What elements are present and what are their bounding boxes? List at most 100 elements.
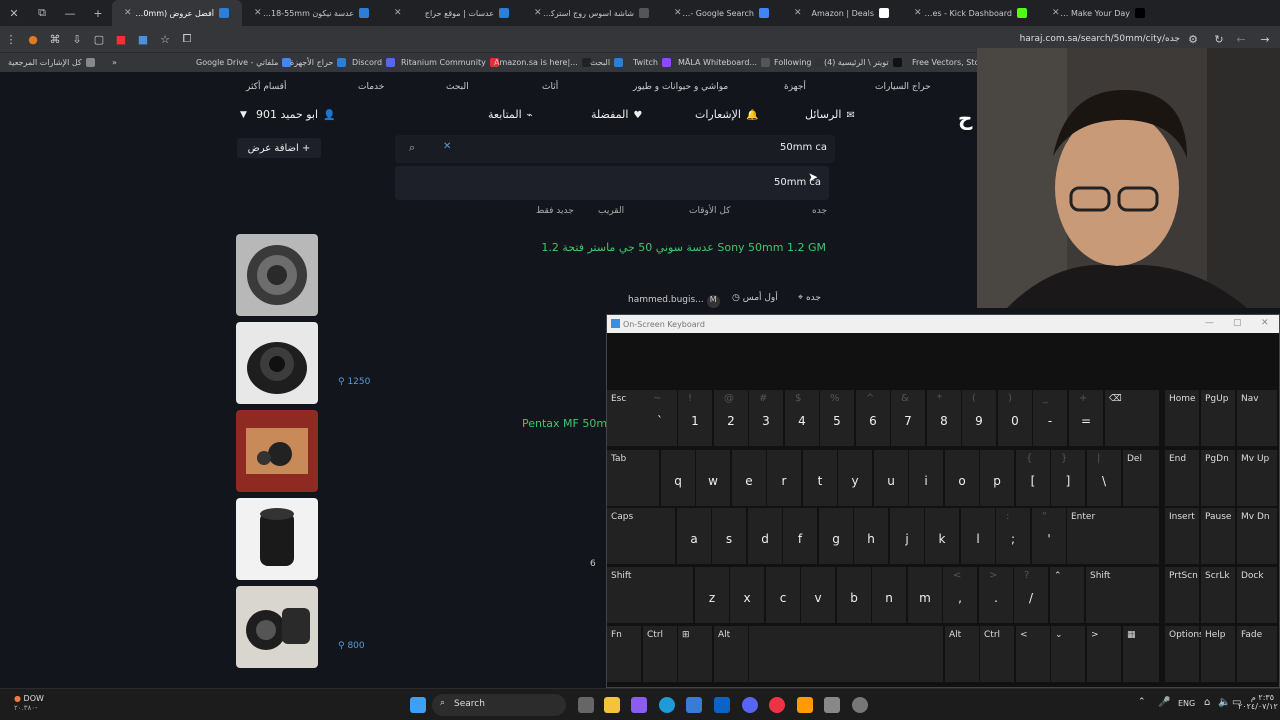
key-0-9[interactable]: * 8 (927, 390, 961, 446)
key-3-11[interactable]: ⌃ (1050, 567, 1084, 623)
key-1-8[interactable]: i (909, 450, 943, 506)
key-1-10[interactable]: p (980, 450, 1014, 506)
key-1-2[interactable]: w (696, 450, 730, 506)
tab-close-icon[interactable]: ✕ (794, 8, 802, 18)
key-0-3[interactable]: @2 (714, 390, 748, 446)
key-1-13[interactable]: | \ (1087, 450, 1121, 506)
network-icon[interactable]: ⌂ (1204, 697, 1210, 708)
key-0-5[interactable]: $4 (785, 390, 819, 446)
forward-icon[interactable]: → (1254, 28, 1276, 50)
extension-red-icon[interactable]: ■ (110, 28, 132, 50)
key-1-6[interactable]: y (838, 450, 872, 506)
key-2-8[interactable]: k (925, 508, 959, 564)
search-suggestion[interactable]: 50mm ca (395, 166, 829, 200)
key-4-10[interactable]: ▦ (1123, 626, 1159, 682)
app-icon[interactable] (824, 697, 840, 713)
profile-icon[interactable]: ● (22, 28, 44, 50)
key-4-1[interactable]: Ctrl (643, 626, 677, 682)
key-4-5[interactable]: Alt (945, 626, 979, 682)
key-4-0[interactable]: Fn (607, 626, 641, 682)
tab-5[interactable]: ✕oled - Google Search (662, 0, 782, 26)
tab-close-icon[interactable]: ✕ (534, 8, 542, 18)
back-icon[interactable]: ← (1230, 28, 1252, 50)
key-0-7[interactable]: ^ 6 (856, 390, 890, 446)
close-window-icon[interactable]: ✕ (0, 0, 28, 26)
key-3-5[interactable]: b (837, 567, 871, 623)
edge-icon[interactable] (659, 697, 675, 713)
key-1-0[interactable]: Tab (607, 450, 659, 506)
key-4-11[interactable]: Options (1165, 626, 1204, 682)
category-link-2[interactable]: أجهزة (784, 82, 806, 92)
key-2-6[interactable]: h (854, 508, 888, 564)
extension-blue-icon[interactable]: ■ (132, 28, 154, 50)
restore-icon[interactable]: ⧉ (28, 0, 56, 26)
tab-3[interactable]: ✕ عدسات | موقع حراج (382, 0, 522, 26)
key-4-12[interactable]: Help (1201, 626, 1235, 682)
download-icon[interactable]: ⇩ (66, 28, 88, 50)
bookmark-1[interactable]: كل الإشارات المرجعية (8, 58, 95, 67)
key-3-0[interactable]: Shift (607, 567, 693, 623)
address-bar[interactable]: haraj.com.sa/search/50mm/city/جده (980, 29, 1180, 49)
tab-close-icon[interactable]: ✕ (254, 8, 262, 18)
key-0-17[interactable]: Nav (1237, 390, 1277, 446)
tab-close-icon[interactable]: ✕ (914, 8, 922, 18)
key-3-9[interactable]: >. (979, 567, 1013, 623)
key-1-5[interactable]: t (803, 450, 837, 506)
search-icon[interactable]: ⌕ (409, 141, 415, 155)
listing-thumb-4[interactable] (236, 498, 318, 580)
reload-icon[interactable]: ↻ (1208, 28, 1230, 50)
key-3-6[interactable]: n (872, 567, 906, 623)
key-1-16[interactable]: PgDn (1201, 450, 1235, 506)
key-2-11[interactable]: " ' (1032, 508, 1066, 564)
weather-widget[interactable]: ● DOW ٢٠.٣٨٠- (14, 694, 44, 712)
key-4-13[interactable]: Fade (1237, 626, 1277, 682)
key-3-4[interactable]: v (801, 567, 835, 623)
filter-4[interactable]: جديد فقط (536, 206, 574, 216)
key-4-7[interactable]: < (1016, 626, 1050, 682)
listing-title-1[interactable]: عدسة سوني 50 جي ماستر فتحة 1.2 Sony 50mm… (541, 241, 826, 254)
key-2-14[interactable]: Pause (1201, 508, 1235, 564)
key-3-14[interactable]: ScrLk (1201, 567, 1235, 623)
key-1-3[interactable]: e (732, 450, 766, 506)
chrome-icon[interactable] (769, 697, 785, 713)
extension-icon[interactable]: ⌘ (44, 28, 66, 50)
key-4-4[interactable] (749, 626, 943, 682)
key-1-14[interactable]: Del (1123, 450, 1159, 506)
key-1-11[interactable]: {[ (1016, 450, 1050, 506)
key-2-7[interactable]: j (890, 508, 924, 564)
key-3-7[interactable]: m (908, 567, 942, 623)
minimize-icon[interactable]: — (56, 0, 84, 26)
key-2-13[interactable]: Insert (1165, 508, 1199, 564)
tab-close-icon[interactable]: ✕ (674, 8, 682, 18)
category-link-1[interactable]: حراج السيارات (875, 82, 931, 92)
key-2-3[interactable]: d (748, 508, 782, 564)
key-0-4[interactable]: #3 (749, 390, 783, 446)
category-link-4[interactable]: أثاث (542, 82, 558, 92)
user-chevron-icon[interactable]: ▼ (240, 110, 247, 120)
key-2-15[interactable]: Mv Dn (1237, 508, 1277, 564)
filter-2[interactable]: كل الأوقات (689, 206, 730, 216)
language-indicator[interactable]: ENG (1178, 699, 1195, 708)
key-0-15[interactable]: Home (1165, 390, 1199, 446)
key-1-1[interactable]: q (661, 450, 695, 506)
tray-chevron-icon[interactable]: ⌃ (1138, 697, 1146, 707)
listing-thumb-1[interactable] (236, 234, 318, 316)
bookmark-7[interactable]: البحث (590, 58, 624, 67)
main-nav-5[interactable]: ابو حميد 901 👤 (256, 108, 336, 121)
screenshot-icon[interactable]: ▢ (88, 28, 110, 50)
tab-close-icon[interactable]: ✕ (124, 8, 132, 18)
key-4-8[interactable]: ⌄ (1051, 626, 1085, 682)
listing-thumb-3[interactable] (236, 410, 318, 492)
tab-8[interactable]: ✕TikTok - Make Your Day (1040, 0, 1158, 26)
bookmark-5[interactable]: Ritanium Community (401, 58, 499, 67)
key-2-1[interactable]: a (677, 508, 711, 564)
clock[interactable]: ٢:٣٥ م ٢٠٢٤/٠٧/١٢ (1238, 693, 1278, 711)
key-0-13[interactable]: + = (1069, 390, 1103, 446)
key-2-5[interactable]: g (819, 508, 853, 564)
main-nav-3[interactable]: المفضلة ♥ (591, 108, 642, 121)
bookmarks-overflow-icon[interactable]: » (112, 58, 117, 67)
key-3-10[interactable]: ? / (1014, 567, 1048, 623)
key-0-2[interactable]: ! 1 (678, 390, 712, 446)
search-box[interactable]: ⌕ ✕ 50mm ca (395, 135, 835, 163)
category-link-6[interactable]: خدمات (358, 82, 384, 92)
